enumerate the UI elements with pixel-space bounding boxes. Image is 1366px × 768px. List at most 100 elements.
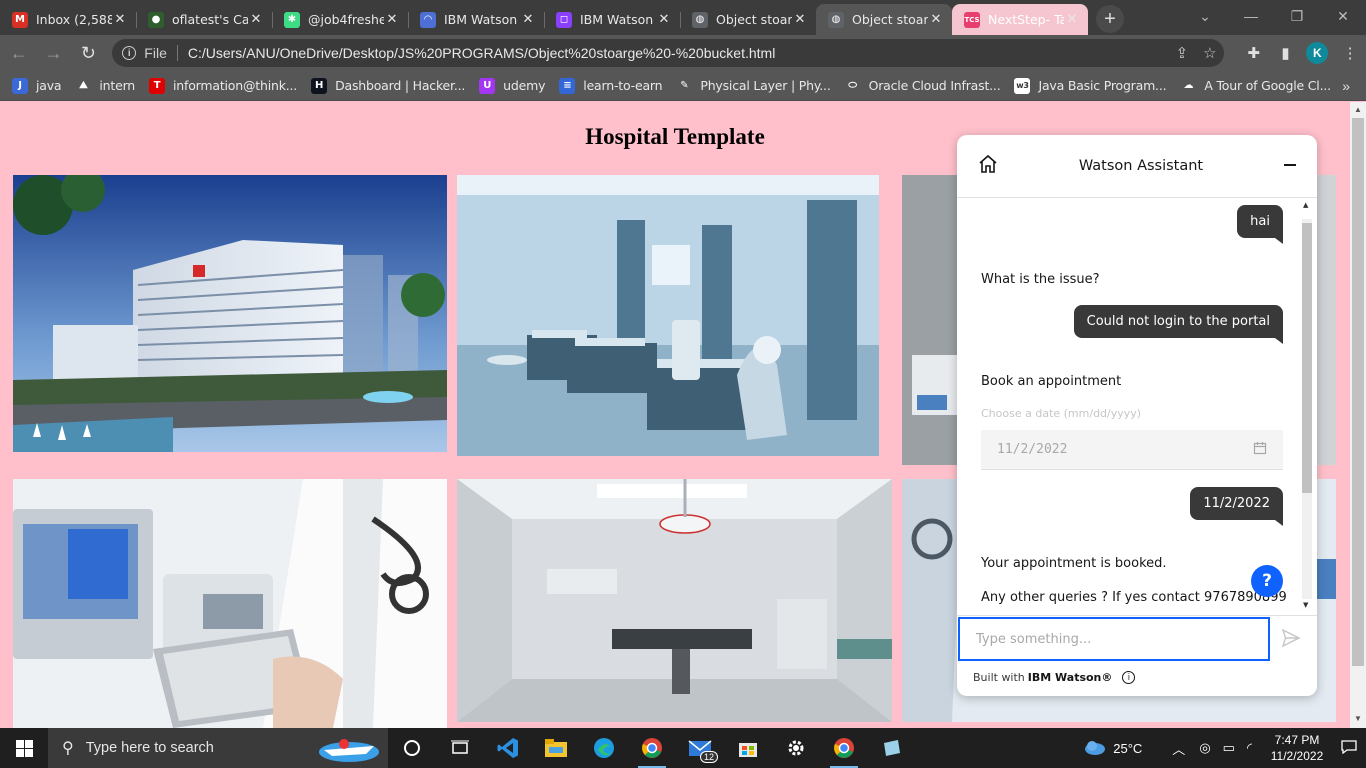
browser-tab[interactable]: ● oflatest's Can✕	[136, 4, 272, 35]
weather-temperature[interactable]: 25°C	[1113, 741, 1142, 756]
tray-chevron-icon[interactable]: ︿	[1172, 739, 1185, 758]
browser-tab[interactable]: ◻ IBM Watson A✕	[544, 4, 680, 35]
weather-cloud-icon[interactable]	[1083, 739, 1107, 758]
close-window-icon[interactable]: ✕	[1320, 0, 1366, 32]
chrome-profile-icon[interactable]	[820, 728, 868, 768]
bookmark-item[interactable]: ⛰ intern	[75, 77, 135, 94]
back-icon[interactable]: ←	[3, 37, 35, 69]
tab-title: Object stoarg	[852, 12, 928, 27]
more-bookmarks-icon[interactable]: »	[1342, 78, 1350, 94]
close-tab-icon[interactable]: ✕	[1064, 12, 1080, 27]
browser-tab[interactable]: ◍ Object stoarg ✕	[816, 4, 952, 35]
reload-icon[interactable]: ↻	[73, 37, 105, 69]
chat-scroll-up-icon[interactable]: ▲	[1303, 201, 1308, 209]
bookmark-item[interactable]: Tinformation@think...	[149, 77, 297, 94]
close-tab-icon[interactable]: ✕	[520, 12, 536, 27]
browser-tab[interactable]: ✱ @job4fresher ✕	[272, 4, 408, 35]
taskbar-clock[interactable]: 7:47 PM 11/2/2022	[1262, 732, 1332, 764]
chat-scroll-thumb[interactable]	[1302, 223, 1312, 493]
settings-gear-icon[interactable]	[772, 728, 820, 768]
tcs-icon: TCS	[964, 11, 980, 28]
ofl-icon: ●	[148, 11, 164, 28]
close-tab-icon[interactable]: ✕	[656, 12, 672, 27]
bookmark-label: Physical Layer | Phy...	[700, 78, 831, 93]
chat-message-input[interactable]: Type something...	[958, 617, 1270, 661]
tab-title: NextStep- Tal	[988, 12, 1064, 27]
bookmark-item[interactable]: H Dashboard | Hacker...	[311, 77, 465, 94]
chat-scrollbar[interactable]: ▲ ▼	[1300, 199, 1312, 613]
store-icon[interactable]	[724, 728, 772, 768]
user-message: hai	[1237, 205, 1283, 244]
restore-icon[interactable]: ❐	[1274, 0, 1320, 32]
page-scrollbar-thumb[interactable]	[1352, 118, 1364, 666]
send-icon[interactable]	[1281, 628, 1303, 650]
operating-room-image	[457, 479, 892, 722]
date-picker-input[interactable]: 11/2/2022	[981, 430, 1283, 470]
side-panel-icon[interactable]: ▮	[1270, 37, 1302, 69]
wifi-icon[interactable]: ◜	[1247, 740, 1252, 756]
mail-icon[interactable]: 12	[676, 728, 724, 768]
bookmark-item[interactable]: Jjava	[12, 77, 62, 94]
cortana-icon[interactable]	[388, 728, 436, 768]
info-circle-icon[interactable]: i	[1122, 671, 1136, 684]
minimize-icon[interactable]: —	[1228, 0, 1274, 32]
meet-now-icon[interactable]: ◎	[1199, 740, 1210, 756]
chat-messages[interactable]: hai What is the issue? Could not login t…	[957, 199, 1317, 609]
clock-date: 11/2/2022	[1270, 749, 1324, 763]
scroll-down-icon[interactable]: ▼	[1354, 714, 1362, 723]
menu-icon[interactable]: ⋮	[1334, 37, 1366, 69]
search-icon: ⚲	[62, 740, 74, 757]
user-message: Could not login to the portal	[1073, 305, 1284, 344]
close-tab-icon[interactable]: ✕	[112, 12, 128, 27]
chat-title: Watson Assistant	[1078, 158, 1204, 174]
bookmark-label: Java Basic Program...	[1038, 78, 1167, 93]
close-tab-icon[interactable]: ✕	[928, 12, 944, 27]
chrome-icon[interactable]	[628, 728, 676, 768]
close-tab-icon[interactable]: ✕	[384, 12, 400, 27]
asterisk-icon: ✱	[284, 11, 300, 28]
url-text[interactable]: C:/Users/ANU/OneDrive/Desktop/JS%20PROGR…	[188, 45, 1168, 61]
mail-badge: 12	[699, 751, 718, 763]
chat-scroll-down-icon[interactable]: ▼	[1303, 601, 1308, 609]
task-view-icon[interactable]	[436, 728, 484, 768]
bookmark-item[interactable]: ✎ Physical Layer | Phy...	[676, 77, 831, 94]
browser-tab[interactable]: M Inbox (2,588) ✕	[0, 4, 136, 35]
new-tab-icon[interactable]: +	[1096, 5, 1124, 33]
page-scrollbar[interactable]: ▲ ▼	[1350, 102, 1366, 728]
vscode-icon[interactable]	[484, 728, 532, 768]
search-highlight-icon[interactable]	[314, 732, 384, 768]
browser-tab[interactable]: ◠ IBM Watson S✕	[408, 4, 544, 35]
forward-icon[interactable]: →	[38, 37, 70, 69]
w3-icon: w3	[1014, 77, 1031, 94]
browser-tab[interactable]: ◍ Object stoarg ✕	[680, 4, 816, 35]
help-icon[interactable]: ?	[1251, 565, 1283, 597]
home-icon[interactable]	[977, 153, 999, 179]
scroll-up-icon[interactable]: ▲	[1354, 105, 1362, 114]
tab-search-icon[interactable]: ⌄	[1182, 0, 1228, 32]
gcloud-icon: ☁	[1180, 77, 1197, 94]
browser-tab[interactable]: TCS NextStep- Tal ✕	[952, 4, 1088, 35]
notepad-app-icon[interactable]	[868, 728, 916, 768]
notifications-icon[interactable]	[1332, 739, 1366, 757]
info-icon[interactable]: i	[122, 46, 137, 60]
taskbar-search[interactable]: ⚲ Type here to search	[48, 728, 388, 768]
close-tab-icon[interactable]: ✕	[792, 12, 808, 27]
close-tab-icon[interactable]: ✕	[248, 12, 264, 27]
bookmark-item[interactable]: w3 Java Basic Program...	[1014, 77, 1167, 94]
edge-icon[interactable]	[580, 728, 628, 768]
bookmark-star-icon[interactable]: ☆	[1196, 44, 1224, 62]
address-bar[interactable]: i File C:/Users/ANU/OneDrive/Desktop/JS%…	[112, 39, 1224, 67]
battery-icon[interactable]: ▭	[1223, 740, 1235, 756]
bookmark-item[interactable]: ≡ learn-to-earn	[559, 77, 663, 94]
physical-icon: ✎	[676, 77, 693, 94]
extensions-icon[interactable]: ✚	[1238, 37, 1270, 69]
file-explorer-icon[interactable]	[532, 728, 580, 768]
bookmark-item[interactable]: Uudemy	[479, 77, 545, 94]
minimize-chat-icon[interactable]	[1283, 157, 1297, 176]
windows-start-icon[interactable]	[0, 728, 48, 768]
share-icon[interactable]: ⇪	[1168, 44, 1196, 62]
bookmark-item[interactable]: ⬭ Oracle Cloud Infrast...	[844, 77, 1001, 94]
calendar-icon[interactable]	[1253, 441, 1267, 459]
bookmark-item[interactable]: ☁ A Tour of Google Cl...	[1180, 77, 1331, 94]
profile-avatar[interactable]: K	[1306, 42, 1329, 64]
